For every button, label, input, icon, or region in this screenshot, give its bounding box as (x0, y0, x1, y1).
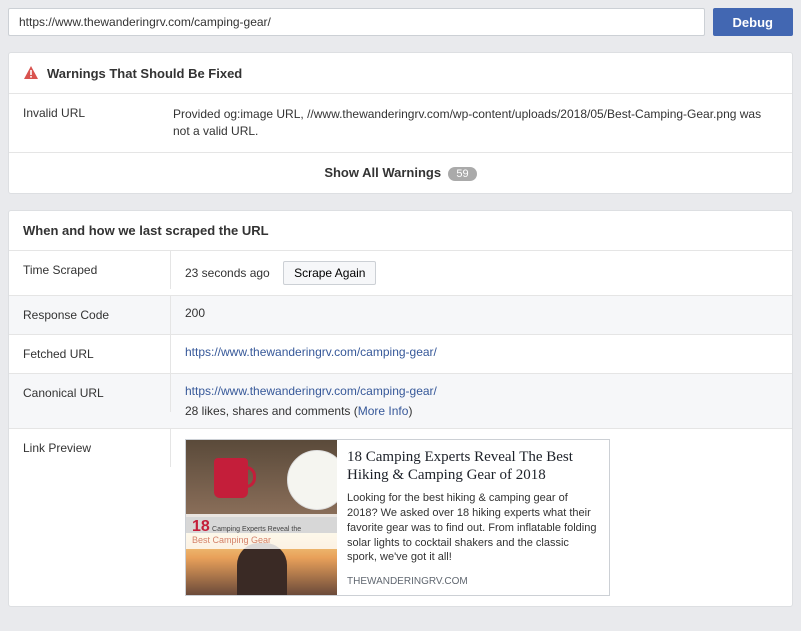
warnings-count-badge: 59 (448, 167, 476, 181)
url-input[interactable] (8, 8, 705, 36)
overlay-bcg: Best Camping Gear (192, 535, 271, 545)
social-counts: 28 likes, shares and comments ( (185, 404, 358, 418)
value-link-preview: 18 Camping Experts Reveal the Best Campi… (171, 429, 792, 606)
label-time-scraped: Time Scraped (9, 251, 171, 289)
time-scraped-text: 23 seconds ago (185, 266, 270, 280)
warning-label: Invalid URL (23, 106, 173, 140)
label-response-code: Response Code (9, 296, 171, 334)
preview-image: 18 Camping Experts Reveal the Best Campi… (186, 440, 337, 595)
warning-icon (23, 65, 39, 81)
label-canonical-url: Canonical URL (9, 374, 171, 412)
mug-icon (214, 458, 248, 498)
warning-message: Provided og:image URL, //www.thewanderin… (173, 106, 778, 140)
scrape-header: When and how we last scraped the URL (9, 211, 792, 251)
image-overlay-text: 18 Camping Experts Reveal the Best Campi… (186, 514, 337, 549)
show-all-label: Show All Warnings (324, 165, 441, 180)
scrape-panel: When and how we last scraped the URL Tim… (8, 210, 793, 607)
row-response-code: Response Code 200 (9, 296, 792, 335)
canonical-url-link[interactable]: https://www.thewanderingrv.com/camping-g… (185, 384, 437, 398)
overlay-number: 18 (192, 518, 210, 535)
more-info-link[interactable]: More Info (358, 404, 409, 418)
row-link-preview: Link Preview 18 Camping Experts Reveal t… (9, 429, 792, 606)
scrape-again-button[interactable]: Scrape Again (283, 261, 376, 285)
preview-description: Looking for the best hiking & camping ge… (347, 491, 599, 568)
warnings-header: Warnings That Should Be Fixed (9, 53, 792, 94)
person-silhouette-icon (237, 543, 287, 595)
warnings-panel: Warnings That Should Be Fixed Invalid UR… (8, 52, 793, 194)
debug-button[interactable]: Debug (713, 8, 793, 36)
warnings-title: Warnings That Should Be Fixed (47, 66, 242, 81)
show-all-warnings[interactable]: Show All Warnings 59 (9, 153, 792, 193)
top-bar: Debug (8, 8, 793, 36)
scrape-title: When and how we last scraped the URL (23, 223, 269, 238)
canonical-sub: 28 likes, shares and comments (More Info… (185, 404, 778, 418)
preview-title: 18 Camping Experts Reveal The Best Hikin… (347, 448, 599, 486)
preview-body: 18 Camping Experts Reveal The Best Hikin… (337, 440, 609, 595)
value-canonical-url: https://www.thewanderingrv.com/camping-g… (171, 374, 792, 428)
value-fetched-url: https://www.thewanderingrv.com/camping-g… (171, 335, 792, 369)
row-fetched-url: Fetched URL https://www.thewanderingrv.c… (9, 335, 792, 374)
link-preview-card[interactable]: 18 Camping Experts Reveal the Best Campi… (185, 439, 610, 596)
row-canonical-url: Canonical URL https://www.thewanderingrv… (9, 374, 792, 429)
label-fetched-url: Fetched URL (9, 335, 171, 373)
fetched-url-link[interactable]: https://www.thewanderingrv.com/camping-g… (185, 345, 437, 359)
paren-close: ) (408, 404, 412, 418)
preview-domain: THEWANDERINGRV.COM (347, 576, 599, 587)
row-time-scraped: Time Scraped 23 seconds ago Scrape Again (9, 251, 792, 296)
label-link-preview: Link Preview (9, 429, 171, 467)
value-response-code: 200 (171, 296, 792, 330)
overlay-rest: Camping Experts Reveal the (212, 526, 301, 533)
value-time-scraped: 23 seconds ago Scrape Again (171, 251, 792, 295)
warning-row: Invalid URL Provided og:image URL, //www… (9, 94, 792, 153)
